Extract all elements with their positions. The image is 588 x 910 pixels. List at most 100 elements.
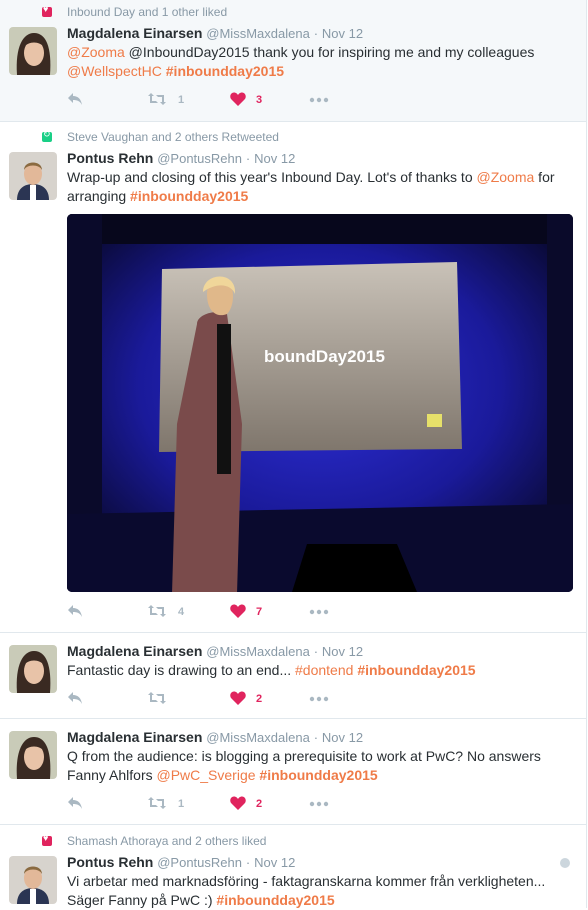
tweet-text: @Zooma @InboundDay2015 thank you for ins… [67, 43, 567, 81]
tweet-text: Vi arbetar med marknadsföring - faktagra… [67, 872, 567, 910]
tweet-actions: 1 2 [67, 794, 367, 814]
tweet-header: Magdalena Einarsen @MissMaxdalena · Nov … [67, 24, 363, 43]
text-segment: Wrap-up and closing of this year's Inbou… [67, 169, 477, 185]
separator: · [313, 26, 319, 41]
author-handle[interactable]: @PontusRehn [157, 151, 242, 166]
tweet-text: Wrap-up and closing of this year's Inbou… [67, 168, 567, 206]
heart-icon [42, 833, 52, 846]
text-segment: Fanny Ahlfors [67, 767, 157, 783]
tweet-actions: 1 3 [67, 90, 367, 110]
tweet-header: Magdalena Einarsen @MissMaxdalena · Nov … [67, 642, 363, 661]
tweet-photo[interactable]: boundDay2015 [67, 214, 573, 592]
reply-icon [68, 93, 82, 105]
hashtag-link[interactable]: #inboundday2015 [216, 892, 334, 908]
separator: · [245, 855, 251, 870]
retweet-count: 4 [178, 606, 185, 618]
timestamp[interactable]: Nov 12 [322, 730, 363, 745]
author-handle[interactable]: @MissMaxdalena [206, 26, 310, 41]
retweet-icon [148, 797, 166, 809]
tweet-context: Steve Vaughan and 2 others Retweeted [67, 130, 279, 144]
author-name[interactable]: Pontus Rehn [67, 854, 153, 870]
tweet[interactable]: Shamash Athoraya and 2 others liked Pont… [0, 825, 586, 908]
mention-link[interactable]: @WellspectHC [67, 63, 162, 79]
author-name[interactable]: Magdalena Einarsen [67, 25, 202, 41]
tweet-actions: 4 7 [67, 602, 367, 622]
tweet-text: Fantastic day is drawing to an end... #d… [67, 661, 567, 680]
hashtag-link[interactable]: #inboundday2015 [259, 767, 377, 783]
reply-button[interactable] [67, 90, 87, 106]
author-handle[interactable]: @MissMaxdalena [206, 644, 310, 659]
globe-icon [560, 858, 570, 868]
tweet-context: Inbound Day and 1 other liked [67, 5, 228, 19]
tweet-header: Pontus Rehn @PontusRehn · Nov 12 [67, 149, 295, 168]
hashtag-link[interactable]: #inboundday2015 [166, 63, 284, 79]
heart-icon [230, 691, 246, 705]
text-segment: Fantastic day is drawing to an end... [67, 662, 296, 678]
tweet-header: Magdalena Einarsen @MissMaxdalena · Nov … [67, 728, 363, 747]
author-name[interactable]: Pontus Rehn [67, 150, 153, 166]
like-count: 3 [256, 94, 263, 106]
like-count: 7 [256, 606, 263, 618]
mention-link[interactable]: @Zooma [477, 169, 535, 185]
timestamp[interactable]: Nov 12 [254, 151, 295, 166]
reply-button[interactable] [67, 602, 87, 618]
more-icon [309, 801, 329, 807]
like-count: 2 [256, 693, 263, 705]
mention-link[interactable]: @PwC_Sverige [157, 767, 256, 783]
avatar[interactable] [9, 645, 57, 693]
tweet-context: Shamash Athoraya and 2 others liked [67, 834, 267, 848]
hashtag-link[interactable]: #dontend [295, 662, 353, 678]
retweet-icon [42, 129, 52, 142]
separator: · [245, 151, 251, 166]
more-icon [309, 696, 329, 702]
avatar[interactable] [9, 731, 57, 779]
hashtag-link[interactable]: #inboundday2015 [357, 662, 475, 678]
more-icon [309, 97, 329, 103]
author-handle[interactable]: @PontusRehn [157, 855, 242, 870]
tweet-header: Pontus Rehn @PontusRehn · Nov 12 [67, 853, 295, 872]
hashtag-link[interactable]: #inboundday2015 [130, 188, 248, 204]
reply-icon [68, 605, 82, 617]
text-segment: Vi arbetar med marknadsföring - faktagra… [67, 873, 546, 889]
tweet[interactable]: Magdalena Einarsen @MissMaxdalena · Nov … [0, 719, 586, 825]
retweet-icon [148, 93, 166, 105]
mention-link[interactable]: @Zooma [67, 44, 125, 60]
tweet[interactable]: Inbound Day and 1 other liked Magdalena … [0, 0, 586, 122]
reply-icon [68, 692, 82, 704]
avatar[interactable] [9, 27, 57, 75]
separator: · [313, 644, 319, 659]
text-segment: Q from the audience: is blogging a prere… [67, 748, 541, 764]
reply-button[interactable] [67, 794, 87, 810]
more-icon [309, 609, 329, 615]
author-handle[interactable]: @MissMaxdalena [206, 730, 310, 745]
heart-icon [42, 4, 52, 17]
heart-icon [230, 604, 246, 618]
separator: · [313, 730, 319, 745]
reply-button[interactable] [67, 689, 87, 705]
text-segment: for [534, 169, 555, 185]
timestamp[interactable]: Nov 12 [254, 855, 295, 870]
tweet[interactable]: Steve Vaughan and 2 others Retweeted Pon… [0, 122, 586, 633]
text-segment: Säger Fanny på PwC :) [67, 892, 217, 908]
heart-icon [230, 92, 246, 106]
retweet-icon [148, 692, 166, 704]
retweet-icon [148, 605, 166, 617]
avatar[interactable] [9, 152, 57, 200]
timestamp[interactable]: Nov 12 [322, 26, 363, 41]
retweet-count: 1 [178, 94, 185, 106]
heart-icon [230, 796, 246, 810]
author-name[interactable]: Magdalena Einarsen [67, 729, 202, 745]
photo-caption: boundDay2015 [264, 347, 385, 366]
text-segment: @InboundDay2015 thank you for inspiring … [124, 44, 535, 60]
author-name[interactable]: Magdalena Einarsen [67, 643, 202, 659]
timestamp[interactable]: Nov 12 [322, 644, 363, 659]
tweet[interactable]: Magdalena Einarsen @MissMaxdalena · Nov … [0, 633, 586, 719]
text-segment: arranging [67, 188, 131, 204]
like-count: 2 [256, 798, 263, 810]
timeline: Inbound Day and 1 other liked Magdalena … [0, 0, 587, 908]
tweet-actions: 2 [67, 689, 367, 709]
tweet-text: Q from the audience: is blogging a prere… [67, 747, 567, 785]
reply-icon [68, 797, 82, 809]
retweet-count: 1 [178, 798, 185, 810]
avatar[interactable] [9, 856, 57, 904]
